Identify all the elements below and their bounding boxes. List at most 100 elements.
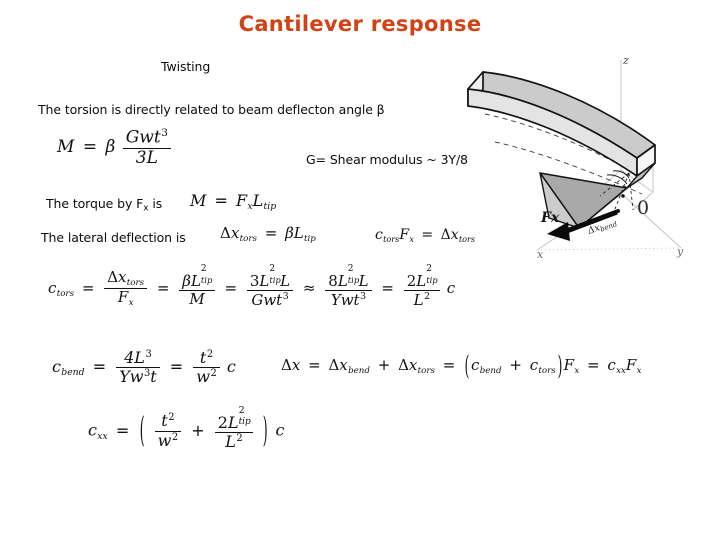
eq-moment-denominator: 3L	[135, 147, 158, 168]
eq-cxx-f1-num-exp: 2	[168, 412, 175, 424]
eq-cxx-tail-c: c	[275, 420, 285, 440]
eq-cxx-lhs-sub: xx	[97, 430, 108, 442]
eq-ctors-f3-tail: L	[280, 271, 291, 290]
eq-cxx-f2-num: 2L 2 tip	[214, 406, 254, 433]
eq-ctors-f1-delta: Δ	[107, 268, 119, 286]
eq-dx-cxx-sub: xx	[616, 365, 626, 376]
eq-cbend-lhs-sub: bend	[61, 367, 85, 379]
slide-canvas: Cantilever response Twisting The torsion…	[0, 0, 720, 540]
eq-ctors-f2-beta: β	[182, 271, 191, 290]
eq-torque-lhs: M	[190, 191, 207, 210]
eq-ctorsfx-F: F	[399, 227, 410, 243]
eq-cxx-f2-den-text: L	[225, 432, 236, 452]
eq-ctors-equals-2: =	[156, 278, 170, 297]
equation-moment: M = β Gwt3 3L	[57, 128, 173, 167]
eq-ctors-fraction-4: 8L 2 tip L Ywt3	[325, 265, 372, 308]
eq-ctors-f5-supsub: 2 tip	[426, 265, 437, 286]
eq-cxx-f2-sub: tip	[238, 416, 251, 427]
eq-cbend-equals-2: =	[169, 357, 184, 377]
ground-front-edge	[536, 247, 682, 251]
eq-cbend-f2-den-exp: 2	[210, 368, 217, 380]
eq-ctors-f1-num: Δxtors	[104, 268, 148, 290]
eq-dx-paren-open: (	[464, 349, 470, 381]
eq-dx-F1: F	[563, 356, 575, 374]
eq-cbend-f1-num-exp: 3	[145, 349, 152, 360]
eq-ctors-f5-den-text: L	[413, 290, 424, 309]
torsion-statement: The torsion is directly related to beam …	[38, 102, 385, 117]
eq-cbend-lhs: c	[52, 357, 61, 377]
eq-cbend-f2-num-exp: 2	[206, 349, 214, 360]
eq-ctors-f3-L: L	[259, 271, 270, 290]
eq-ctors-f4-L: L	[337, 271, 348, 290]
eq-dx-F2-sub: x	[636, 365, 642, 376]
eq-ctors-f2-L: L	[190, 271, 201, 290]
eq-ctorsfx-c: c	[375, 227, 383, 243]
eq-dxtors-sub: tors	[239, 233, 257, 244]
eq-ctors-f1-x: x	[118, 268, 127, 286]
eq-ctors-fraction-2: βL 2 tip M	[179, 265, 215, 308]
eq-cxx-paren-open: (	[140, 409, 145, 451]
eq-dx-F1-sub: x	[574, 365, 580, 376]
eq-cxx-f1-num-text: t	[161, 411, 168, 431]
eq-cbend-fraction-2: t2 w2	[193, 350, 220, 385]
eq-moment-lhs: M	[57, 136, 75, 157]
eq-ctors-f5-L: L	[416, 271, 427, 290]
eq-dxtors-equals: =	[264, 224, 278, 242]
eq-ctors-f4-sub: tip	[347, 274, 360, 285]
eq-ctors-f5-coef: 2	[406, 271, 417, 290]
eq-cbend-f2-den-text: w	[196, 367, 210, 387]
eq-moment-num-text: Gwt	[125, 127, 161, 148]
eq-cxx-f1-num: t2	[154, 411, 182, 432]
eq-cbend-equals-1: =	[92, 357, 107, 377]
eq-cxx-lhs: c	[88, 420, 97, 440]
eq-cxx-f1-den-exp: 2	[171, 431, 179, 443]
eq-cxx-equals: =	[115, 420, 130, 440]
eq-ctors-f4-num: 8L 2 tip L	[325, 265, 372, 291]
delta-x-bend-sub: bend	[599, 220, 619, 234]
origin-point-marker	[621, 194, 625, 198]
eq-ctors-f1-den: Fx	[104, 288, 147, 308]
eq-ctorsfx-F-sub: x	[409, 233, 414, 244]
eq-dx-c2: c	[529, 356, 539, 374]
eq-ctors-fraction-5: 2L 2 tip L2	[403, 265, 441, 309]
eq-dx-plus-1: +	[377, 356, 391, 374]
eq-ctors-lhs-sub: tors	[56, 288, 75, 299]
eq-cxx-fraction-2: 2L 2 tip L2	[214, 406, 254, 450]
eq-ctorsfx-c-sub: tors	[383, 233, 400, 244]
eq-cbend-f1-num: 4L3	[116, 349, 160, 369]
eq-moment-num-exponent: 3	[161, 127, 168, 139]
eq-ctors-f3-den: Gwt3	[247, 291, 293, 308]
eq-cxx-fraction-1: t2 w2	[154, 411, 182, 448]
eq-dx-equals-1: =	[308, 356, 321, 374]
torque-statement-head: The torque by F	[46, 196, 144, 211]
eq-cxx-f2-den: L2	[215, 433, 253, 450]
eq-ctors-f4-den: Ywt3	[325, 291, 371, 308]
eq-dx-x-3-sub: tors	[417, 365, 436, 376]
eq-cxx-paren-close: )	[262, 409, 268, 451]
eq-cbend-f2-den: w2	[193, 368, 220, 385]
eq-dx-delta-3: Δ	[398, 356, 409, 374]
equation-cbend: cbend = 4L3 Yw3t = t2 w2 c	[52, 350, 236, 385]
torque-statement: The torque by Fx is	[46, 196, 162, 214]
eq-cbend-tail-c: c	[226, 357, 236, 377]
eq-dx-cxx: c	[607, 356, 616, 374]
deflection-point-marker	[616, 209, 620, 213]
eq-ctors-f2-num: βL 2 tip	[179, 265, 215, 291]
eq-cbend-f1-den: Yw3t	[116, 368, 160, 385]
eq-cxx-f2-L: L	[227, 413, 239, 432]
page-title: Cantilever response	[238, 12, 482, 36]
eq-ctors-fraction-3: 3L 2 tip L Gwt3	[246, 265, 294, 308]
eq-dx-equals-3: =	[587, 356, 600, 374]
beam-top-surface	[467, 71, 656, 159]
eq-moment-fraction: Gwt3 3L	[122, 127, 171, 168]
eq-ctors-f4-coef: 8	[328, 271, 338, 290]
eq-ctors-f2-den: M	[189, 289, 205, 308]
equation-cxx: cxx = ( t2 w2 + 2L 2 tip L2 ) c	[88, 406, 285, 451]
eq-ctors-f4-tail: L	[358, 271, 369, 290]
eq-dx-equals-2: =	[442, 356, 456, 374]
eq-ctors-f5-num: 2L 2 tip	[403, 265, 441, 291]
eq-ctors-f1-den-F: F	[117, 288, 129, 307]
eq-dx-x-1: x	[291, 356, 301, 374]
eq-cxx-f2-coef: 2	[217, 413, 228, 432]
force-label: Fx	[540, 210, 560, 226]
